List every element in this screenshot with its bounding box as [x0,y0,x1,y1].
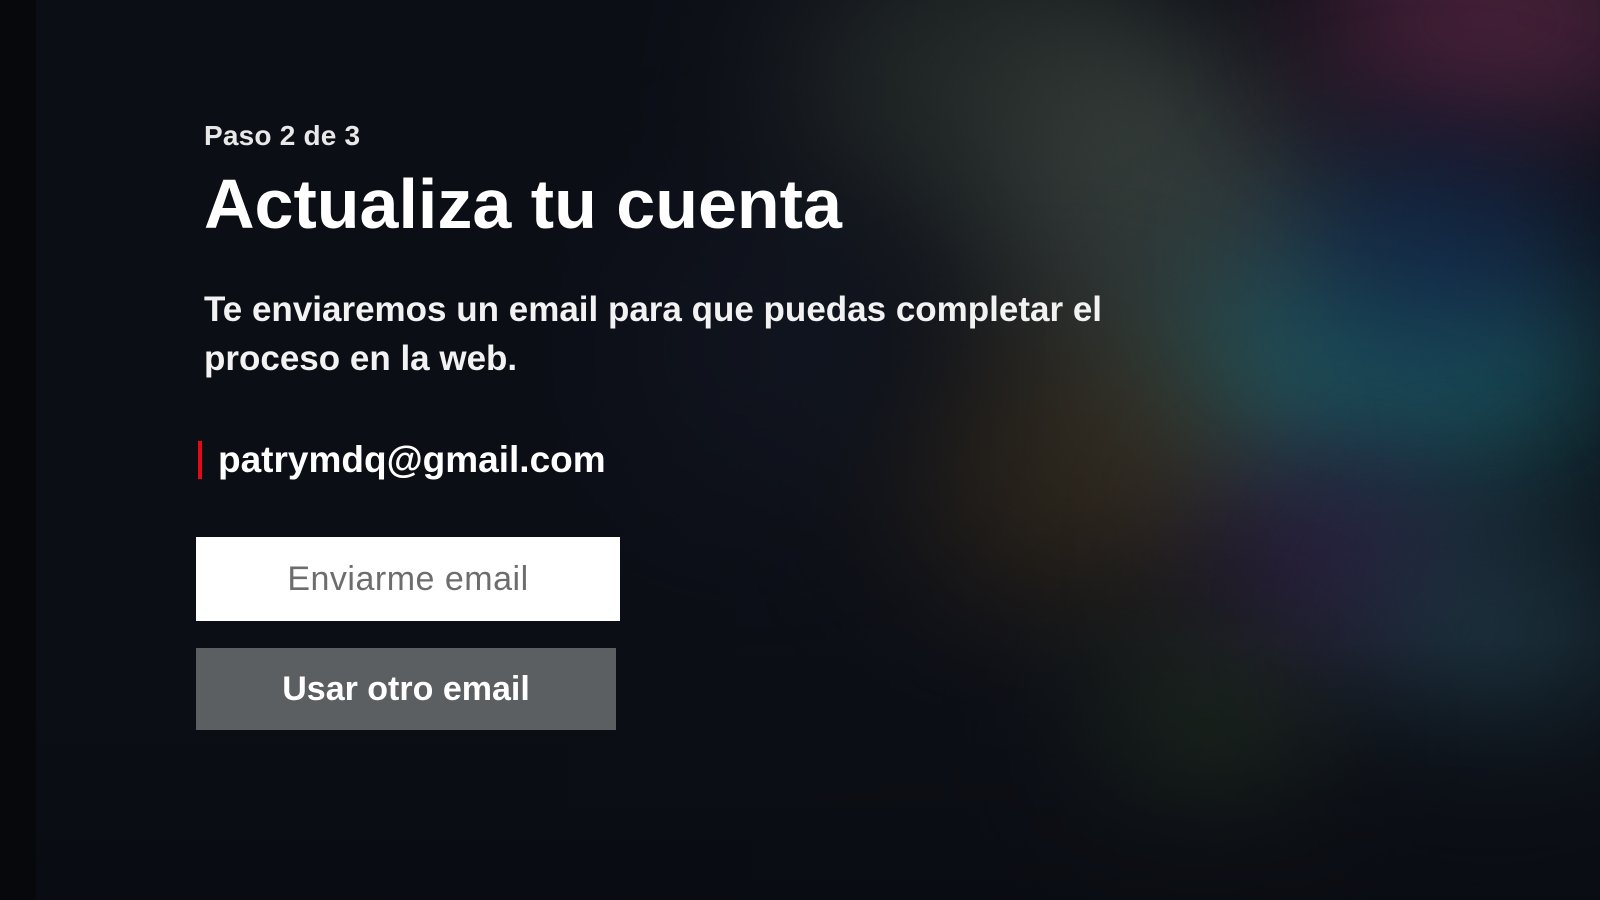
email-address: patrymdq@gmail.com [218,439,606,480]
update-account-panel: Paso 2 de 3 Actualiza tu cuenta Te envia… [196,120,1204,730]
use-other-email-button[interactable]: Usar otro email [196,648,616,730]
step-indicator: Paso 2 de 3 [204,120,361,151]
description-text: Te enviaremos un email para que puedas c… [204,290,1103,378]
email-accent-marker [198,441,202,479]
page-title: Actualiza tu cuenta [204,165,842,243]
tv-screen: Paso 2 de 3 Actualiza tu cuenta Te envia… [0,0,1600,900]
send-email-button[interactable]: Enviarme email [196,537,620,621]
email-display: patrymdq@gmail.com [198,435,1204,485]
